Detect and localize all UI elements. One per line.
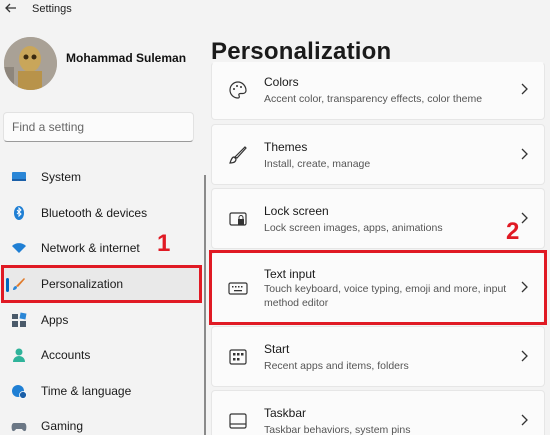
apps-icon (11, 312, 27, 328)
annotation-marker-2: 2 (506, 218, 520, 245)
card-title: Start (264, 342, 290, 356)
globe-clock-icon (11, 383, 27, 399)
card-subtitle: Recent apps and items, folders (264, 360, 409, 372)
person-icon (11, 347, 27, 363)
sidebar-item-accounts[interactable]: Accounts (3, 338, 199, 372)
app-title: Settings (32, 3, 72, 15)
card-start[interactable]: Start Recent apps and items, folders (211, 326, 545, 387)
card-lock-screen[interactable]: Lock screen Lock screen images, apps, an… (211, 188, 545, 249)
chevron-right-icon (520, 212, 530, 226)
user-name: Mohammad Suleman (66, 51, 187, 65)
sidebar-item-label: Gaming (41, 419, 84, 433)
sidebar-item-time-language[interactable]: Time & language (3, 374, 199, 408)
sidebar-item-label: Network & internet (41, 241, 140, 255)
sidebar-item-bluetooth[interactable]: Bluetooth & devices (3, 196, 199, 230)
avatar-image (4, 37, 57, 90)
card-title: Themes (264, 140, 308, 154)
card-subtitle: Taskbar behaviors, system pins (264, 424, 411, 435)
scrollbar[interactable] (204, 175, 206, 435)
card-colors[interactable]: Colors Accent color, transparency effect… (211, 62, 545, 120)
card-subtitle: Accent color, transparency effects, colo… (264, 93, 483, 105)
card-title: Colors (264, 75, 299, 89)
highlight-box-text-input (209, 250, 547, 325)
chevron-right-icon (520, 350, 530, 364)
chevron-right-icon (520, 414, 530, 428)
chevron-right-icon (520, 83, 530, 97)
back-button[interactable] (4, 1, 20, 17)
search-box[interactable] (3, 112, 194, 142)
card-title: Lock screen (264, 204, 329, 218)
title-bar: Settings (0, 0, 550, 20)
search-input[interactable] (12, 120, 182, 134)
sidebar-item-label: Bluetooth & devices (41, 206, 148, 220)
sidebar-item-label: System (41, 170, 82, 184)
highlight-box-personalization (1, 265, 202, 303)
lock-screen-icon (228, 209, 248, 229)
sidebar-item-label: Time & language (41, 384, 132, 398)
sidebar-item-label: Accounts (41, 348, 91, 362)
sidebar-item-system[interactable]: System (3, 160, 199, 194)
back-arrow-icon (5, 3, 16, 13)
avatar[interactable] (4, 37, 57, 90)
bluetooth-icon (11, 205, 27, 221)
brush-icon (228, 145, 248, 165)
card-subtitle: Lock screen images, apps, animations (264, 222, 443, 234)
sidebar-item-label: Apps (41, 313, 69, 327)
card-subtitle: Install, create, manage (264, 158, 371, 170)
wifi-icon (11, 240, 27, 256)
start-icon (228, 347, 248, 367)
chevron-right-icon (520, 148, 530, 162)
card-taskbar[interactable]: Taskbar Taskbar behaviors, system pins (211, 390, 545, 435)
gamepad-icon (11, 418, 27, 434)
sidebar-item-apps[interactable]: Apps (3, 303, 199, 337)
card-themes[interactable]: Themes Install, create, manage (211, 124, 545, 185)
annotation-marker-1: 1 (157, 230, 171, 257)
taskbar-icon (228, 411, 248, 431)
sidebar-item-gaming[interactable]: Gaming (3, 409, 199, 435)
palette-icon (228, 80, 248, 100)
monitor-icon (11, 169, 27, 185)
card-title: Taskbar (264, 406, 307, 420)
